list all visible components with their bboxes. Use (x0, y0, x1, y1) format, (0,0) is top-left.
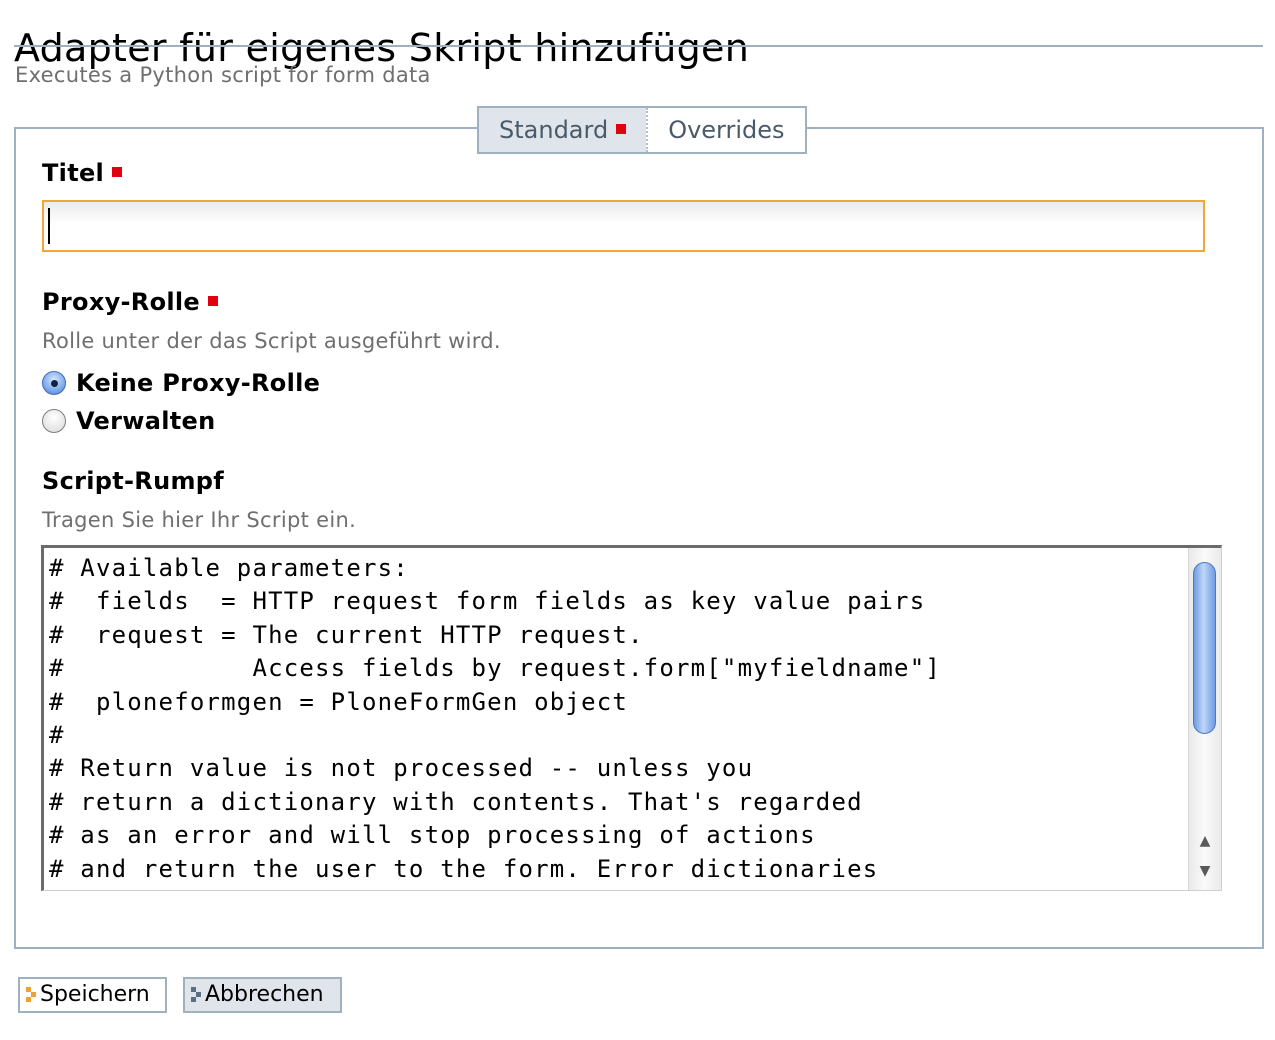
radio-button-checked[interactable] (42, 371, 66, 395)
scrollbar-thumb[interactable] (1193, 562, 1216, 734)
scroll-up-arrow-icon[interactable]: ▲ (1189, 826, 1221, 856)
save-button-label: Speichern (40, 982, 150, 1007)
radio-label-no-proxy-role[interactable]: Keine Proxy-Rolle (76, 369, 320, 397)
tab-overrides[interactable]: Overrides (646, 108, 804, 152)
required-marker-icon (112, 167, 123, 177)
required-marker-icon (208, 296, 218, 306)
tab-standard[interactable]: Standard (479, 108, 647, 152)
cancel-button[interactable]: Abbrechen (183, 977, 342, 1013)
title-field-label: Titel (42, 158, 123, 188)
page-description: Executes a Python script for form data (15, 63, 431, 87)
tab-bar: Standard Overrides (477, 106, 807, 154)
radio-label-manage[interactable]: Verwalten (76, 407, 216, 435)
text-cursor (48, 208, 50, 244)
script-body-help: Tragen Sie hier Ihr Script ein. (42, 508, 357, 532)
cancel-button-label: Abbrechen (205, 982, 324, 1007)
radio-option-manage[interactable]: Verwalten (42, 407, 216, 435)
title-divider (14, 45, 1263, 47)
tab-standard-label: Standard (499, 116, 609, 144)
cancel-icon (191, 987, 201, 1003)
radio-option-no-proxy-role[interactable]: Keine Proxy-Rolle (42, 369, 320, 397)
script-body-label: Script-Rumpf (42, 467, 224, 495)
title-label-text: Titel (42, 159, 105, 187)
script-body-text[interactable]: # Available parameters: # fields = HTTP … (49, 552, 941, 886)
proxy-role-label: Proxy-Rolle (42, 287, 218, 317)
save-icon (26, 987, 36, 1003)
required-marker-icon (616, 124, 627, 134)
tab-overrides-label: Overrides (668, 116, 785, 144)
title-input[interactable] (42, 200, 1205, 252)
proxy-role-label-text: Proxy-Rolle (42, 288, 200, 316)
radio-button-unchecked[interactable] (42, 409, 66, 433)
scroll-down-arrow-icon[interactable]: ▼ (1189, 856, 1221, 886)
save-button[interactable]: Speichern (18, 977, 167, 1013)
proxy-role-help: Rolle unter der das Script ausgeführt wi… (42, 329, 501, 353)
script-body-textarea[interactable]: # Available parameters: # fields = HTTP … (41, 545, 1222, 891)
vertical-scrollbar[interactable]: ▲ ▼ (1188, 548, 1221, 890)
